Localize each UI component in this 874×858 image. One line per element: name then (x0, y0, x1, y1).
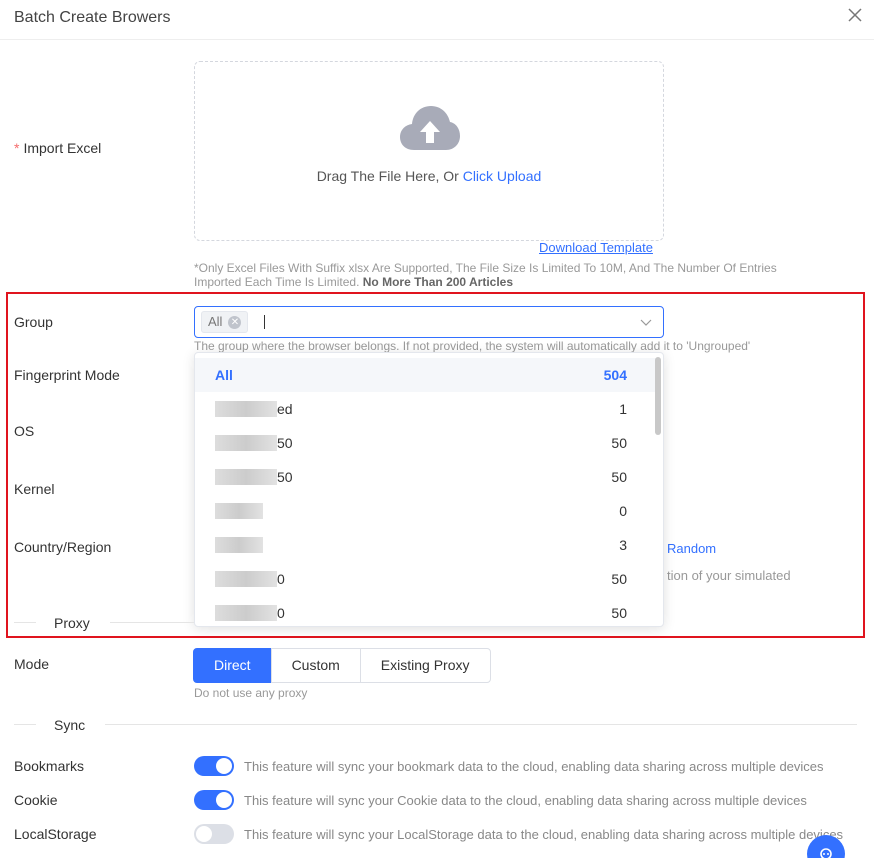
group-select[interactable]: All ✕ (194, 306, 664, 338)
group-hint: The group where the browser belongs. If … (194, 339, 751, 353)
import-excel-label: * Import Excel (14, 140, 102, 156)
toggle-knob (216, 792, 232, 808)
required-mark: * (14, 140, 20, 156)
proxy-section-title: Proxy (54, 615, 90, 631)
toggle-knob (196, 826, 212, 842)
group-option[interactable]: 0 50 (195, 596, 657, 626)
group-label: Group (14, 314, 53, 330)
group-option[interactable]: 0 (195, 494, 657, 528)
country-hint: tion of your simulated (667, 568, 791, 583)
os-label: OS (14, 423, 35, 439)
kernel-label: Kernel (14, 481, 55, 497)
cookie-label: Cookie (14, 792, 58, 808)
chevron-down-icon (640, 319, 652, 326)
group-tag: All ✕ (201, 311, 249, 333)
sync-divider-left (14, 724, 36, 725)
cookie-toggle[interactable] (194, 790, 234, 810)
bookmarks-label: Bookmarks (14, 758, 85, 774)
group-option[interactable]: 50 50 (195, 460, 657, 494)
direct-button[interactable]: Direct (193, 648, 272, 683)
existing-proxy-button[interactable]: Existing Proxy (359, 648, 491, 683)
mode-hint: Do not use any proxy (194, 686, 308, 700)
close-icon[interactable] (846, 6, 864, 24)
group-option[interactable]: 3 (195, 528, 657, 562)
group-option[interactable]: ed 1 (195, 392, 657, 426)
random-link[interactable]: Random (667, 541, 716, 556)
toggle-knob (216, 758, 232, 774)
group-option[interactable]: 50 50 (195, 426, 657, 460)
dialog-header: Batch Create Browers (0, 0, 874, 40)
upload-instruction: Drag The File Here, Or Click Upload (316, 168, 542, 184)
group-dropdown: All 504 ed 1 50 50 50 50 0 3 0 50 0 50 (194, 352, 664, 627)
download-template-link[interactable]: Download Template (539, 240, 653, 255)
localstorage-description: This feature will sync your LocalStorage… (244, 827, 844, 842)
localstorage-label: LocalStorage (14, 826, 97, 842)
cloud-upload-icon (400, 106, 460, 150)
proxy-divider-left (14, 622, 36, 623)
proxy-divider-right (110, 622, 194, 623)
text-caret (264, 315, 265, 329)
mode-label: Mode (14, 656, 50, 672)
group-option-all[interactable]: All 504 (195, 358, 657, 392)
dropdown-scrollbar[interactable] (655, 357, 661, 435)
sync-divider-right (105, 724, 857, 725)
upload-dropzone[interactable]: Drag The File Here, Or Click Upload (194, 61, 664, 241)
custom-button[interactable]: Custom (270, 648, 361, 683)
fingerprint-mode-label: Fingerprint Mode (14, 367, 120, 383)
tag-close-icon[interactable]: ✕ (228, 315, 242, 329)
dialog-title: Batch Create Browers (14, 9, 171, 26)
proxy-mode-selector: Direct Custom Existing Proxy (193, 648, 491, 683)
headset-icon (820, 848, 832, 858)
bookmarks-toggle[interactable] (194, 756, 234, 776)
bookmarks-description: This feature will sync your bookmark dat… (244, 759, 824, 774)
cookie-description: This feature will sync your Cookie data … (244, 793, 807, 808)
click-upload-link[interactable]: Click Upload (463, 168, 542, 184)
country-region-label: Country/Region (14, 539, 112, 555)
group-option[interactable]: 0 50 (195, 562, 657, 596)
sync-section-title: Sync (54, 717, 86, 733)
localstorage-toggle[interactable] (194, 824, 234, 844)
group-tag-label: All (208, 314, 223, 329)
import-hint: *Only Excel Files With Suffix xlsx Are S… (194, 261, 777, 289)
